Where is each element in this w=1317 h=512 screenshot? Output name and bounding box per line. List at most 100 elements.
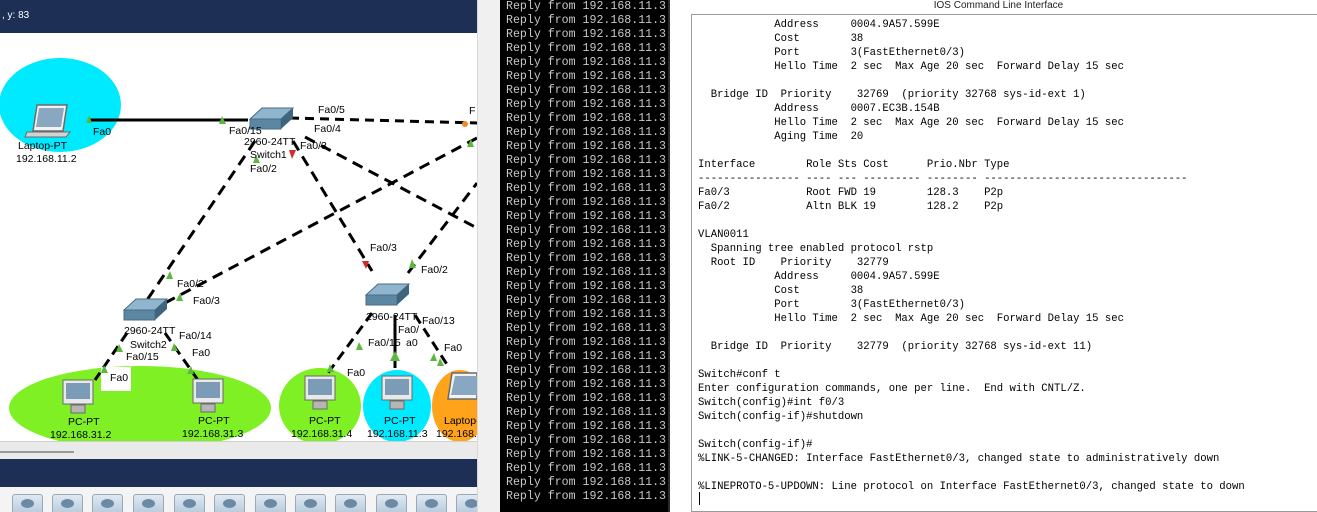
link-up-marker xyxy=(356,342,363,350)
switch3[interactable] xyxy=(364,283,411,306)
switch1-model-label: 2960-24TT xyxy=(244,136,296,148)
pc4-ip-label: 192.168.11.3 xyxy=(367,428,428,440)
ping-reply-line: Reply from 192.168.11.3 xyxy=(506,84,667,97)
cli-output-line xyxy=(698,144,1317,158)
cli-output-line: Address 0007.EC3B.154B xyxy=(698,103,940,115)
topology-canvas[interactable]: Laptop-PT 192.168.11.2 2960-24TT Switch1… xyxy=(0,33,477,441)
port-label: Fa0/3 xyxy=(370,242,397,254)
port-label: Fa0 xyxy=(93,126,111,138)
port-label: Fa0/15 xyxy=(126,351,159,363)
device-router-icon[interactable] xyxy=(255,494,286,512)
cli-output-line: Hello Time 2 sec Max Age 20 sec Forward … xyxy=(698,61,1124,73)
device-router-icon[interactable] xyxy=(12,494,43,512)
desktop: , y: 83 Laptop-PT 192.168.11.2 2960-24TT… xyxy=(0,0,1317,512)
cli-output-line: Switch(config-if)#shutdown xyxy=(698,411,864,423)
cli-output-line xyxy=(698,74,1317,88)
laptop-right-type-label: Laptop-PT xyxy=(444,415,477,427)
laptop-right-ip-label: 192.168.1 xyxy=(436,428,477,440)
laptop-right[interactable] xyxy=(447,372,477,400)
ping-reply-line: Reply from 192.168.11.3 xyxy=(506,140,667,153)
cli-output-line: Switch(config)#int f0/3 xyxy=(698,397,845,409)
switch2-name-label: Switch2 xyxy=(130,339,167,351)
ping-reply-line: Reply from 192.168.11.3 xyxy=(506,434,667,447)
cli-output-line: Bridge ID Priority 32779 (priority 32768… xyxy=(698,341,1093,353)
coordinate-readout: , y: 83 xyxy=(2,10,30,21)
port-label: Fa0/3 xyxy=(193,295,220,307)
cli-output-line xyxy=(698,326,1317,340)
ping-reply-line: Reply from 192.168.11.3 xyxy=(506,462,667,475)
port-label: Fa0/ xyxy=(398,324,419,336)
switch2[interactable] xyxy=(122,298,169,321)
device-router-icon[interactable] xyxy=(92,494,123,512)
cli-output-line: %LINEPROTO-5-UPDOWN: Line protocol on In… xyxy=(698,481,1245,493)
packet-tracer-workspace[interactable]: , y: 83 Laptop-PT 192.168.11.2 2960-24TT… xyxy=(0,0,477,512)
workspace-status-bar xyxy=(0,459,477,487)
cli-output-line: %LINK-5-CHANGED: Interface FastEthernet0… xyxy=(698,453,1220,465)
device-router-icon[interactable] xyxy=(335,494,366,512)
pc1-type-label: PC-PT xyxy=(68,416,100,428)
device-router-icon[interactable] xyxy=(376,494,407,512)
port-label: Fa0 xyxy=(110,372,128,384)
device-router-icon[interactable] xyxy=(133,494,164,512)
port-label: Fa0/15 xyxy=(368,337,401,349)
scrollbar-thumb[interactable] xyxy=(0,451,74,453)
ping-reply-line: Reply from 192.168.11.3 xyxy=(506,0,667,13)
cli-output-line: Address 0004.9A57.599E xyxy=(698,271,940,283)
ping-reply-line: Reply from 192.168.11.3 xyxy=(506,70,667,83)
cli-output-line: Spanning tree enabled protocol rstp xyxy=(698,243,934,255)
cli-output-line: Switch(config-if)# xyxy=(698,439,813,451)
cli-output-line: Fa0/3 Root FWD 19 128.3 P2p xyxy=(698,187,1004,199)
ping-reply-line: Reply from 192.168.11.3 xyxy=(506,336,667,349)
port-label: Fa0/3 xyxy=(300,140,327,152)
text-cursor xyxy=(699,492,700,505)
cli-output-line: Port 3(FastEthernet0/3) xyxy=(698,47,966,59)
ping-reply-line: Reply from 192.168.11.3 xyxy=(506,378,667,391)
port-label: Fa0 xyxy=(444,342,462,354)
cli-output-line: ---------------- ---- --- --------- ----… xyxy=(698,173,1188,185)
port-label: Fa0/4 xyxy=(314,123,341,135)
ping-reply-line: Reply from 192.168.11.3 xyxy=(506,14,667,27)
ping-reply-line: Reply from 192.168.11.3 xyxy=(506,350,667,363)
ping-reply-line: Reply from 192.168.11.3 xyxy=(506,280,667,293)
cli-output-line: VLAN0011 xyxy=(698,229,749,241)
ping-reply-line: Reply from 192.168.11.3 xyxy=(506,42,667,55)
link-down-marker xyxy=(289,150,296,159)
cli-output-line: Hello Time 2 sec Max Age 20 sec Forward … xyxy=(698,313,1124,325)
ping-reply-line: Reply from 192.168.11.3 xyxy=(506,266,667,279)
ping-reply-line: Reply from 192.168.11.3 xyxy=(506,210,667,223)
device-router-icon[interactable] xyxy=(52,494,83,512)
link-up-marker xyxy=(430,353,437,361)
device-tray xyxy=(0,487,477,512)
ping-reply-line: Reply from 192.168.11.3 xyxy=(506,112,667,125)
ping-reply-line: Reply from 192.168.11.3 xyxy=(506,98,667,111)
port-label: Fa0/14 xyxy=(179,330,212,342)
device-router-icon[interactable] xyxy=(214,494,245,512)
cli-output-line: Hello Time 2 sec Max Age 20 sec Forward … xyxy=(698,117,1124,129)
ping-reply-line: Reply from 192.168.11.3 xyxy=(506,308,667,321)
horizontal-scrollbar[interactable] xyxy=(0,441,477,459)
link-switch2-fa0-3 xyxy=(164,136,477,305)
device-router-icon[interactable] xyxy=(295,494,326,512)
ping-terminal[interactable]: Reply from 192.168.11.3 Reply from 192.16… xyxy=(500,0,670,512)
ping-reply-line: Reply from 192.168.11.3 xyxy=(506,182,667,195)
pc1-ip-label: 192.168.31.2 xyxy=(50,429,111,441)
device-router-icon[interactable] xyxy=(416,494,447,512)
ios-cli-window[interactable]: IOS Command Line Interface Address 0004.… xyxy=(680,0,1317,512)
port-label: Fa0 xyxy=(192,347,210,359)
cli-output-line xyxy=(698,424,1317,438)
device-router-icon[interactable] xyxy=(174,494,205,512)
switch1-name-label: Switch1 xyxy=(250,149,287,161)
ping-reply-line: Reply from 192.168.11.3 xyxy=(506,126,667,139)
ios-cli-title: IOS Command Line Interface xyxy=(933,0,1064,11)
port-label: Fa0/5 xyxy=(318,104,345,116)
ios-cli-console[interactable]: Address 0004.9A57.599E Cost 38 Port 3(Fa… xyxy=(691,14,1317,512)
ping-reply-line: Reply from 192.168.11.3 xyxy=(506,364,667,377)
ping-reply-line: Reply from 192.168.11.3 xyxy=(506,154,667,167)
device-router-icon[interactable] xyxy=(456,494,477,512)
window-separator xyxy=(670,0,680,512)
ping-reply-line: Reply from 192.168.11.3 xyxy=(506,476,667,489)
switch2-model-label: 2960-24TT xyxy=(124,325,176,337)
link-up-marker xyxy=(390,351,400,361)
ping-reply-line: Reply from 192.168.11.3 xyxy=(506,322,667,335)
ping-reply-line: Reply from 192.168.11.3 xyxy=(506,28,667,41)
